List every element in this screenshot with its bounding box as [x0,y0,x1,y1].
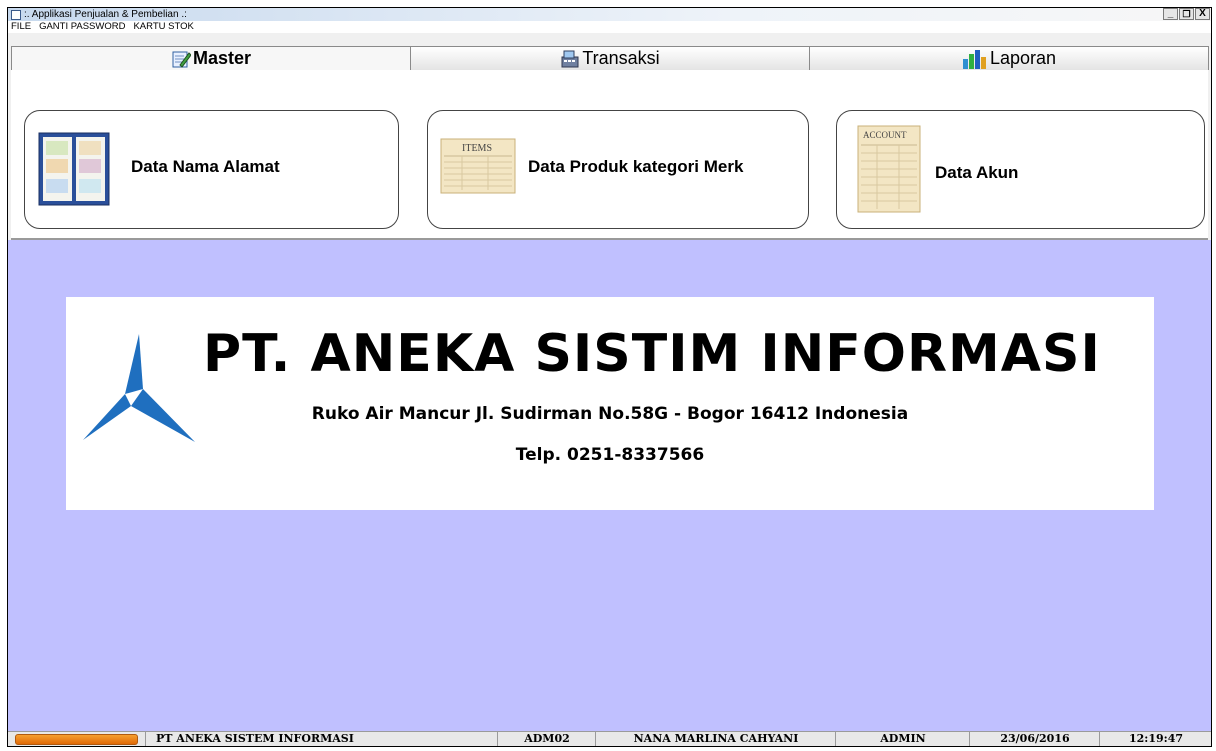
close-button[interactable]: X [1195,8,1210,20]
account-icon-text: ACCOUNT [863,130,907,140]
status-date: 23/06/2016 [969,732,1100,746]
status-role: ADMIN [835,732,970,746]
data-nama-alamat-label: Data Nama Alamat [131,157,280,176]
data-akun-button[interactable]: ACCOUNT Data Akun [836,110,1205,229]
menu-file[interactable]: FILE [11,21,31,33]
menu-bar: FILE GANTI PASSWORD KARTU STOK [8,21,1211,33]
items-icon-text: ITEMS [462,143,492,154]
window-title: :. Applikasi Penjualan & Pembelian .: [24,9,187,20]
address-book-icon [37,131,113,212]
tab-transaksi-label: Transaksi [582,48,660,68]
tab-master[interactable]: Master [11,46,411,70]
data-produk-label: Data Produk kategori Merk [528,157,744,176]
restore-button[interactable]: ❐ [1179,8,1194,20]
edit-icon [171,49,192,69]
status-time: 12:19:47 [1099,732,1211,746]
account-ledger-icon: ACCOUNT [857,125,921,218]
status-user-name: NANA MARLINA CAHYANI [595,732,836,746]
minimize-button[interactable]: _ [1163,8,1178,20]
main-content: PT. ANEKA SISTIM INFORMASI Ruko Air Manc… [8,240,1211,732]
title-bar: :. Applikasi Penjualan & Pembelian .: _ … [8,8,1211,21]
company-banner: PT. ANEKA SISTIM INFORMASI Ruko Air Manc… [66,297,1154,510]
items-ledger-icon: ITEMS [440,138,516,199]
company-name: PT. ANEKA SISTIM INFORMASI [203,324,1101,384]
company-logo-icon [83,334,195,449]
menu-ganti-password[interactable]: GANTI PASSWORD [39,21,125,33]
status-bar: PT ANEKA SISTEM INFORMASI ADM02 NANA MAR… [8,731,1211,746]
data-nama-alamat-button[interactable]: Data Nama Alamat [24,110,399,229]
bar-chart-icon [962,49,988,69]
window-controls: _ ❐ X [1163,8,1210,20]
tab-transaksi[interactable]: Transaksi [410,46,810,70]
ribbon-tabs: Master Transaksi Laporan [11,46,1209,70]
tab-laporan-label: Laporan [989,48,1057,68]
progress-indicator [15,734,138,745]
data-produk-button[interactable]: ITEMS Data Produk kategori Merk [427,110,809,229]
status-company: PT ANEKA SISTEM INFORMASI [145,732,495,746]
app-window: :. Applikasi Penjualan & Pembelian .: _ … [7,7,1212,747]
tab-laporan[interactable]: Laporan [809,46,1209,70]
cash-register-icon [560,49,580,69]
status-user-id: ADM02 [497,732,596,746]
company-phone: Telp. 0251-8337566 [515,445,705,465]
company-address: Ruko Air Mancur Jl. Sudirman No.58G - Bo… [311,404,909,424]
app-icon[interactable] [11,10,21,20]
menu-kartu-stok[interactable]: KARTU STOK [133,21,193,33]
data-akun-label: Data Akun [935,163,1019,182]
master-panel: Data Nama Alamat ITEMS Data Produk kateg… [11,70,1208,240]
tab-master-label: Master [192,48,252,68]
